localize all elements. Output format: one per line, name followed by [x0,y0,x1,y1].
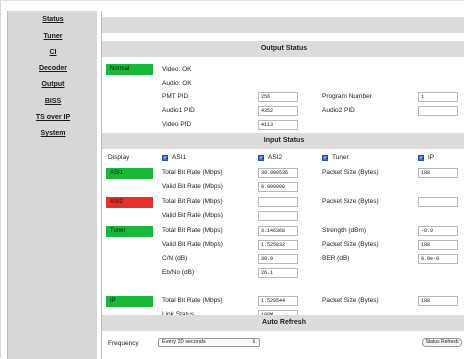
frequency-select-value: Every 20 seconds [162,339,206,345]
video-pid-label: Video PID [162,121,192,128]
asi1-packet-size-label: Packet Size (Bytes) [322,169,379,176]
main-content: Output Status Normal Video: OK Audio: OK… [101,11,464,359]
output-status-header: Output Status [102,41,464,57]
nav-tuner[interactable]: Tuner [8,33,98,40]
asi1-total-bit-rate-field[interactable]: 39.999536 [258,168,298,178]
display-label: Display [108,154,130,161]
nav-system[interactable]: System [8,130,98,137]
program-number-field[interactable]: 1 [418,92,458,102]
tuner-ebno-label: Eb/No (dB) [162,269,195,276]
asi1-packet-size-field[interactable]: 188 [418,168,458,178]
tuner-packet-size-field[interactable]: 188 [418,240,458,250]
pmt-pid-field[interactable]: 256 [258,92,298,102]
asi2-valid-bit-rate-label: Valid Bit Rate (Mbps) [162,212,223,219]
audio2-pid-label: Audio2 PID [322,107,355,114]
tuner-ber-field[interactable]: 0.0e-8 [418,254,458,264]
tuner-strength-label: Strength (dBm) [322,227,367,234]
input-status-header: Input Status [102,133,464,149]
nav-ci[interactable]: CI [8,49,98,56]
audio2-pid-field[interactable] [418,106,458,116]
asi1-badge: ASI1 [106,168,153,179]
sidebar: Status Tuner CI Decoder Output BISS TS o… [7,11,97,359]
nav-status[interactable]: Status [8,16,98,23]
asi2-badge: ASI2 [106,197,153,208]
ip-total-bit-rate-label: Total Bit Rate (Mbps) [162,297,223,304]
display-tuner-label: Tuner [332,154,349,161]
audio-status: Audio: OK [162,80,192,87]
video-pid-field[interactable]: 4113 [258,120,298,130]
tuner-cn-label: C/N (dB) [162,255,188,262]
video-status: Video: OK [162,66,192,73]
tuner-total-bit-rate-label: Total Bit Rate (Mbps) [162,227,223,234]
tuner-ber-label: BER (dB) [322,255,350,262]
nav-decoder[interactable]: Decoder [8,65,98,72]
nav-biss[interactable]: BISS [8,98,98,105]
display-ip-checkbox[interactable]: ✓ [418,155,424,161]
pmt-pid-label: PMT PID [162,93,189,100]
select-arrows-icon: ⇕ [251,339,256,345]
tuner-strength-field[interactable]: -8.0 [418,226,458,236]
asi2-packet-size-label: Packet Size (Bytes) [322,198,379,205]
output-state-badge: Normal [106,64,153,75]
asi1-total-bit-rate-label: Total Bit Rate (Mbps) [162,169,223,176]
asi1-valid-bit-rate-label: Valid Bit Rate (Mbps) [162,183,223,190]
status-refresh-button[interactable]: Status Refresh [422,338,462,347]
ip-badge: IP [106,296,153,307]
asi2-total-bit-rate-field[interactable] [258,197,298,207]
ip-packet-size-field[interactable]: 188 [418,296,458,306]
display-asi1-checkbox[interactable]: ✓ [162,155,168,161]
frequency-select[interactable]: Every 20 seconds ⇕ [158,338,260,347]
display-asi2-label: ASI2 [268,154,283,161]
tuner-ebno-field[interactable]: 26.1 [258,268,298,278]
asi2-valid-bit-rate-field[interactable] [258,211,298,221]
program-number-label: Program Number [322,93,372,100]
display-asi2-checkbox[interactable]: ✓ [258,155,264,161]
nav-ts-over-ip[interactable]: TS over IP [8,114,98,121]
frequency-label: Frequency [108,340,139,347]
page-frame: Status Tuner CI Decoder Output BISS TS o… [0,0,464,359]
tuner-valid-bit-rate-label: Valid Bit Rate (Mbps) [162,241,223,248]
tuner-badge: Tuner [106,226,153,237]
tuner-cn-field[interactable]: 30.9 [258,254,298,264]
asi1-valid-bit-rate-field[interactable]: 0.000000 [258,182,298,192]
tuner-valid-bit-rate-field[interactable]: 1.525032 [258,240,298,250]
audio1-pid-field[interactable]: 4352 [258,106,298,116]
audio1-pid-label: Audio1 PID [162,107,195,114]
top-band [102,17,464,33]
display-tuner-checkbox[interactable]: ✓ [322,155,328,161]
nav-output[interactable]: Output [8,81,98,88]
ip-packet-size-label: Packet Size (Bytes) [322,297,379,304]
display-ip-label: IP [428,154,435,161]
tuner-packet-size-label: Packet Size (Bytes) [322,241,379,248]
tuner-total-bit-rate-field[interactable]: 3.146368 [258,226,298,236]
asi2-packet-size-field[interactable] [418,197,458,207]
asi2-total-bit-rate-label: Total Bit Rate (Mbps) [162,198,223,205]
auto-refresh-header: Auto Refresh [102,315,464,331]
ip-total-bit-rate-field[interactable]: 1.520544 [258,296,298,306]
display-asi1-label: ASI1 [172,154,187,161]
